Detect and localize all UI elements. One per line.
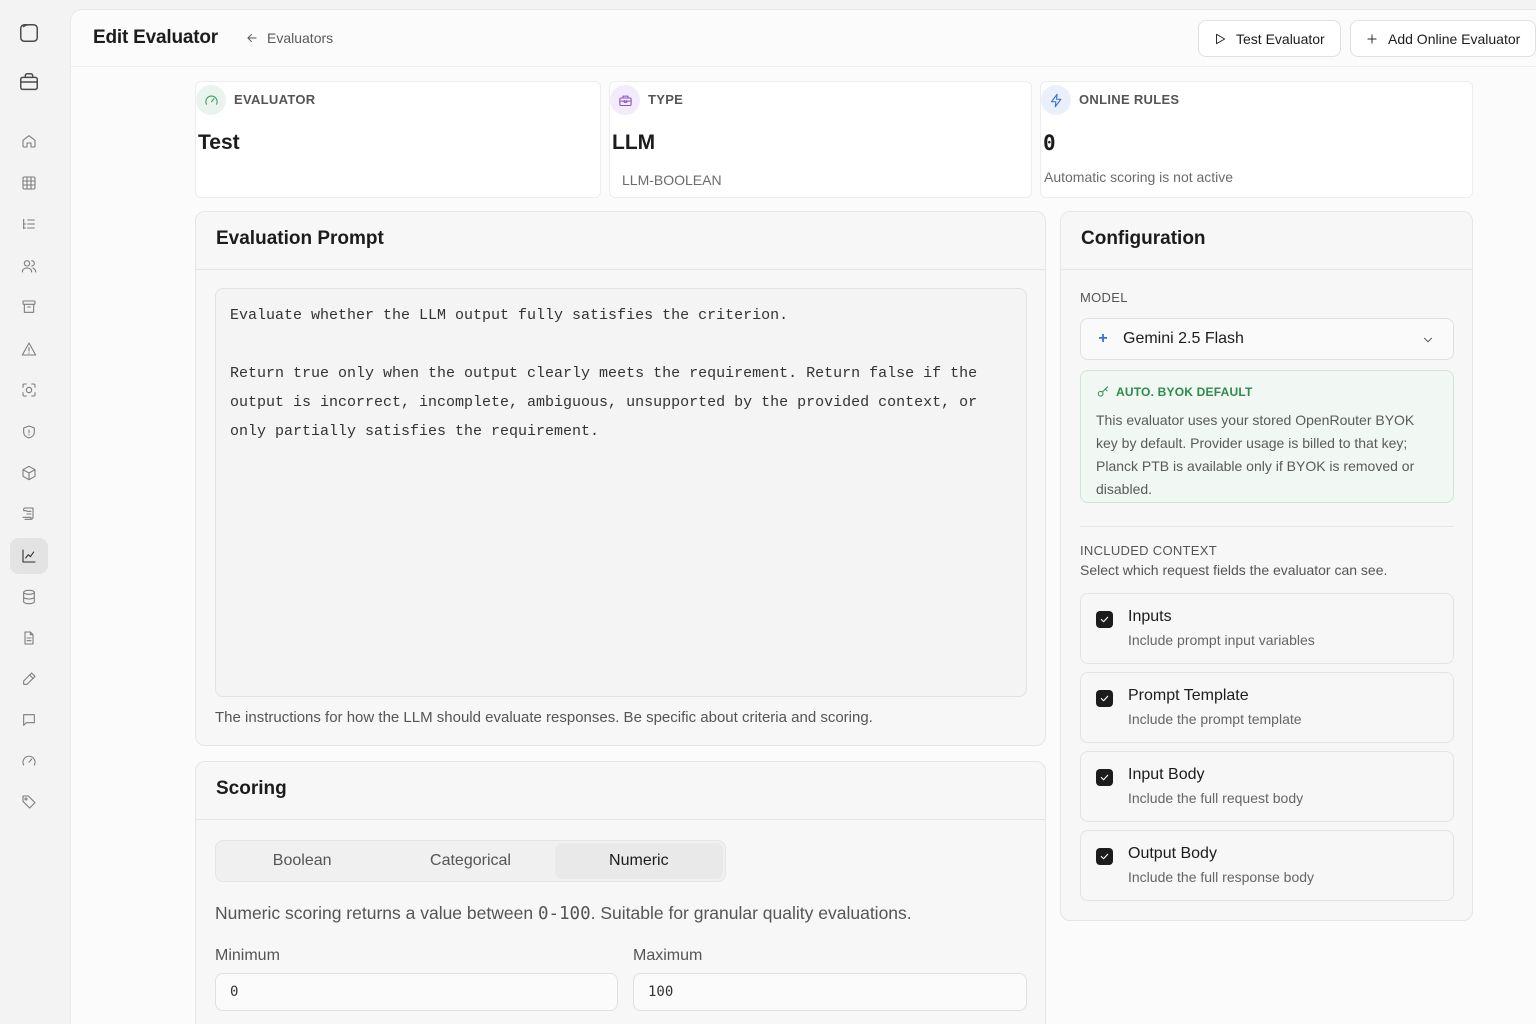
maximum-input[interactable]: 100: [633, 973, 1027, 1011]
scoring-description-suffix: . Suitable for granular quality evaluati…: [590, 903, 912, 923]
main-panel: Edit Evaluator Evaluators Test Evaluator…: [70, 9, 1536, 1024]
archive-icon[interactable]: [10, 289, 48, 325]
context-option-desc: Include the prompt template: [1128, 711, 1302, 727]
byok-text: This evaluator uses your stored OpenRout…: [1096, 412, 1415, 497]
panel-title: Scoring: [196, 762, 1045, 820]
table-icon[interactable]: [10, 165, 48, 201]
charts-icon[interactable]: [10, 538, 48, 574]
app-logo-icon[interactable]: [10, 15, 48, 51]
model-select-value: Gemini 2.5 Flash: [1123, 330, 1244, 347]
shield-icon[interactable]: [10, 414, 48, 450]
minimum-input[interactable]: 0: [215, 973, 618, 1011]
model-label: MODEL: [1080, 290, 1128, 305]
tab-categorical[interactable]: Categorical: [386, 843, 554, 879]
plus-icon: [1367, 33, 1377, 44]
stat-sub: Automatic scoring is not active: [1044, 169, 1234, 185]
byok-notice: AUTO. BYOK DEFAULT This evaluator uses y…: [1080, 370, 1454, 503]
context-option-desc: Include the full response body: [1128, 869, 1315, 885]
pen-icon[interactable]: [10, 661, 48, 697]
stat-value: 0: [1043, 131, 1056, 155]
home-icon[interactable]: [10, 123, 48, 159]
check-icon: [1100, 616, 1109, 623]
context-option-desc: Include the full request body: [1128, 790, 1304, 806]
check-icon: [1100, 853, 1109, 860]
maximum-label: Maximum: [633, 947, 703, 964]
topbar: Edit Evaluator Evaluators Test Evaluator…: [71, 10, 1536, 67]
prompt-textarea[interactable]: Evaluate whether the LLM output fully sa…: [215, 288, 1027, 697]
scroll-icon[interactable]: [10, 496, 48, 532]
prompt-help-text: The instructions for how the LLM should …: [215, 709, 873, 726]
scoring-description-prefix: Numeric scoring returns a value between: [215, 903, 538, 923]
stat-sub: LLM-BOOLEAN: [622, 172, 722, 188]
gauge-icon[interactable]: [10, 743, 48, 779]
minimum-label: Minimum: [215, 947, 280, 964]
evaluation-prompt-panel: Evaluation Prompt Evaluate whether the L…: [195, 211, 1046, 746]
stat-value: Test: [198, 131, 240, 154]
checkbox[interactable]: [1096, 769, 1113, 786]
scoring-panel: Scoring Boolean Categorical Numeric Nume…: [195, 761, 1046, 1024]
context-option-output-body[interactable]: Output Body Include the full response bo…: [1080, 830, 1454, 901]
back-to-evaluators-link[interactable]: Evaluators: [245, 30, 333, 46]
context-option-title: Inputs: [1128, 608, 1172, 625]
cube-icon[interactable]: [10, 455, 48, 491]
gauge-icon: [196, 85, 226, 115]
arrow-left-icon: [247, 34, 257, 42]
context-option-inputs[interactable]: Inputs Include prompt input variables: [1080, 593, 1454, 664]
play-icon: [1216, 33, 1226, 44]
checkbox[interactable]: [1096, 848, 1113, 865]
configuration-panel: Configuration MODEL + Gemini 2.5 Flash A…: [1060, 211, 1473, 921]
tab-numeric[interactable]: Numeric: [554, 843, 723, 879]
check-icon: [1100, 695, 1109, 702]
key-icon: [1097, 386, 1109, 397]
activity-icon: [1041, 85, 1071, 115]
briefcase-icon[interactable]: [10, 64, 48, 100]
included-context-subtitle: Select which request fields the evaluato…: [1080, 562, 1388, 578]
stat-card-type: TYPE LLM LLM-BOOLEAN: [609, 81, 1032, 198]
stat-label: TYPE: [648, 92, 684, 107]
context-option-desc: Include prompt input variables: [1128, 632, 1315, 648]
included-context-label: INCLUDED CONTEXT: [1080, 543, 1217, 558]
context-option-prompt-template[interactable]: Prompt Template Include the prompt templ…: [1080, 672, 1454, 743]
byok-title-text: AUTO. BYOK DEFAULT: [1116, 385, 1253, 399]
alert-icon[interactable]: [10, 331, 48, 367]
page-title: Edit Evaluator: [93, 27, 218, 48]
back-link-label: Evaluators: [267, 30, 334, 46]
test-evaluator-label: Test Evaluator: [1236, 30, 1325, 47]
context-option-title: Prompt Template: [1128, 687, 1249, 704]
test-evaluator-button[interactable]: Test Evaluator: [1198, 20, 1341, 57]
stat-value: LLM: [612, 131, 656, 154]
divider: [1080, 526, 1454, 527]
model-select[interactable]: + Gemini 2.5 Flash: [1080, 318, 1454, 360]
chevron-down-icon: [1424, 337, 1432, 343]
tag-icon[interactable]: [10, 784, 48, 820]
context-option-title: Output Body: [1128, 845, 1217, 862]
list-icon[interactable]: [10, 206, 48, 242]
toolbox-icon: [610, 85, 640, 115]
stat-card-online-rules: ONLINE RULES 0 Automatic scoring is not …: [1040, 81, 1473, 198]
tab-boolean[interactable]: Boolean: [218, 843, 386, 879]
scoring-description: Numeric scoring returns a value between …: [215, 903, 912, 924]
stat-label: ONLINE RULES: [1079, 92, 1180, 107]
users-icon[interactable]: [10, 248, 48, 284]
checkbox[interactable]: [1096, 690, 1113, 707]
scoring-type-tabs: Boolean Categorical Numeric: [215, 840, 726, 882]
stat-label: EVALUATOR: [234, 92, 316, 107]
add-online-evaluator-label: Add Online Evaluator: [1388, 30, 1521, 47]
gemini-icon: +: [1098, 330, 1108, 347]
database-icon[interactable]: [10, 579, 48, 615]
check-icon: [1100, 774, 1109, 781]
panel-title: Evaluation Prompt: [196, 212, 1045, 270]
context-option-title: Input Body: [1128, 766, 1205, 783]
checkbox[interactable]: [1096, 611, 1113, 628]
add-online-evaluator-button[interactable]: Add Online Evaluator: [1350, 20, 1536, 57]
byok-title: AUTO. BYOK DEFAULT: [1096, 385, 1438, 399]
panel-title: Configuration: [1061, 212, 1472, 270]
context-option-input-body[interactable]: Input Body Include the full request body: [1080, 751, 1454, 822]
stat-card-evaluator: EVALUATOR Test: [195, 81, 601, 198]
scan-icon[interactable]: [10, 372, 48, 408]
document-icon[interactable]: [10, 620, 48, 656]
chat-icon[interactable]: [10, 702, 48, 738]
scoring-range: 0-100: [537, 904, 591, 924]
sidebar: [0, 0, 70, 1024]
